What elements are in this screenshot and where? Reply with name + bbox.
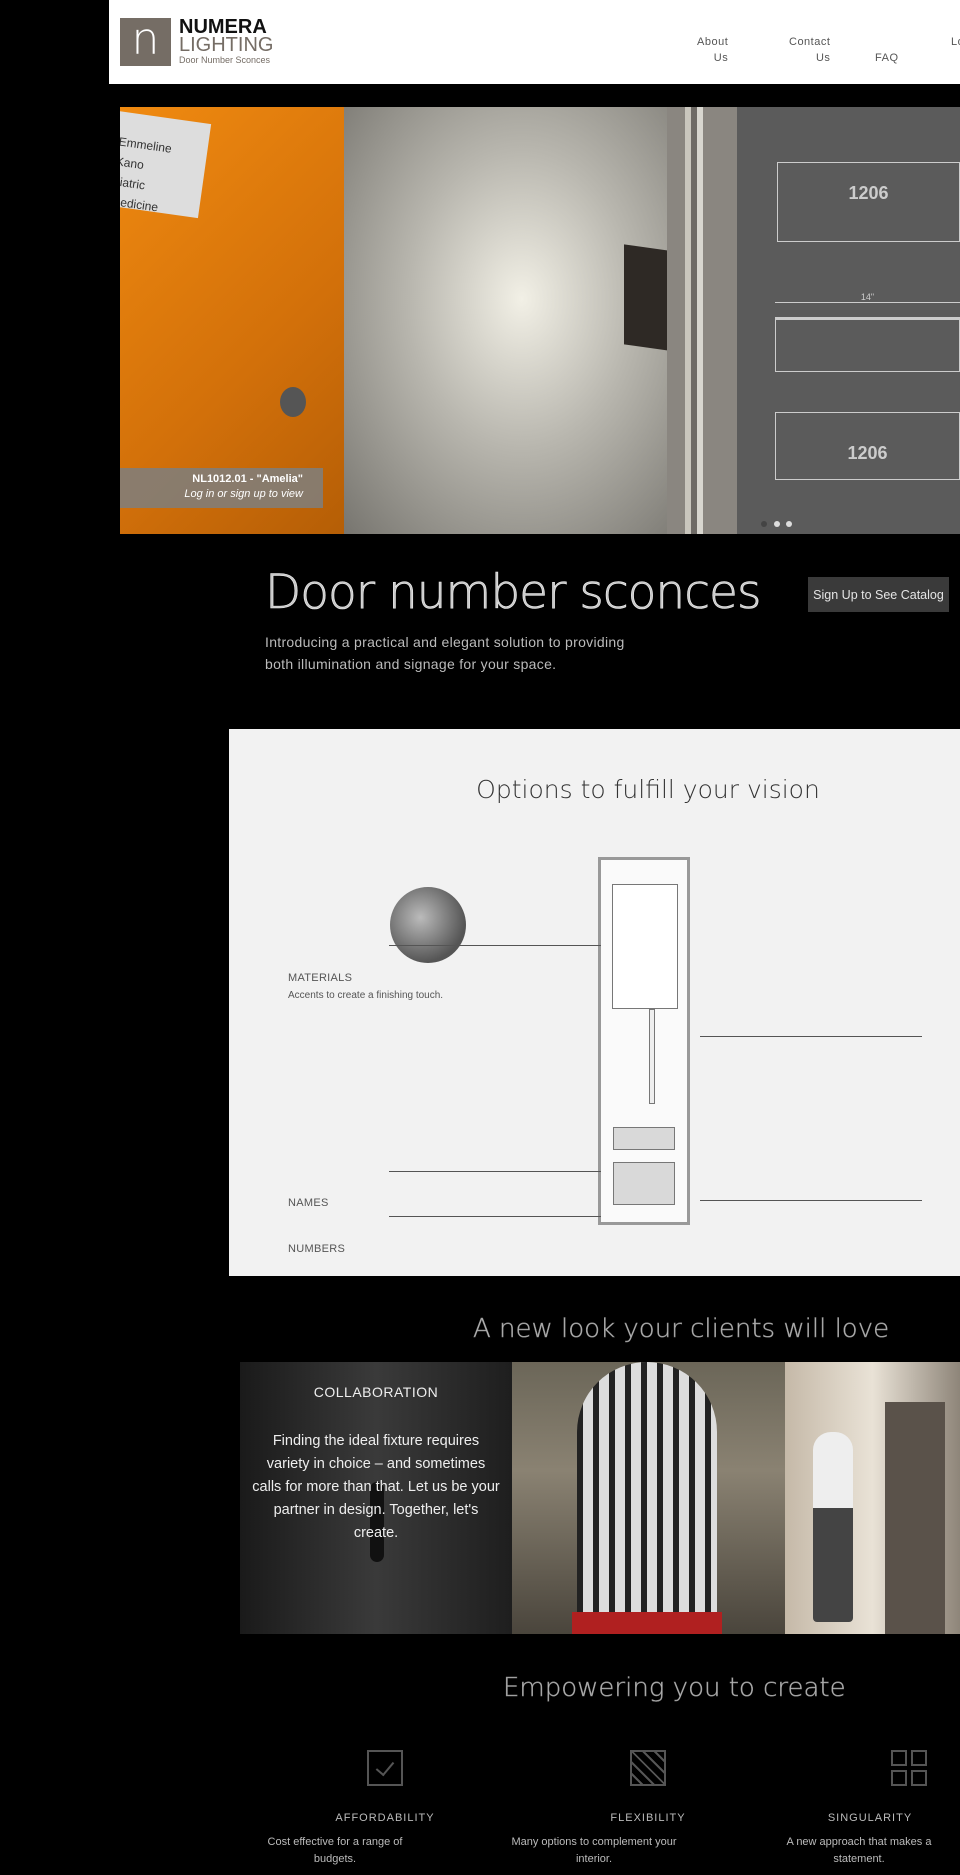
door-trim [667,107,737,534]
names-label: NAMES [288,1197,329,1209]
caption-title: NL1012.01 - "Amelia" [192,473,303,485]
showcase-title: A new look your clients will love [473,1314,890,1345]
brand-name-2: LIGHTING [179,34,274,56]
feature-label: SINGULARITY [827,1812,913,1824]
nav-label: Us [815,52,831,64]
drawing-bottom-view [775,317,960,372]
collaboration-text: Finding the ideal fixture requires varie… [252,1433,500,1541]
name-plate [613,1127,675,1150]
material-swatch [390,887,466,963]
drawing-front-view: 1206 [775,412,960,480]
callout-line [700,1200,922,1201]
drawing-panel: 1206 14" 1206 [737,107,960,534]
lobby-image [785,1362,960,1634]
intro-text: Introducing a practical and elegant solu… [265,634,625,672]
slide-caption: NL1012.01 - "Amelia" Log in or sign up t… [120,468,323,508]
entryway-image [512,1362,785,1634]
collaboration-title: COLLABORATION [313,1384,439,1400]
logo[interactable]: n [120,18,171,66]
site-header: n NUMERA LIGHTING Door Number Sconces Ab… [109,0,960,84]
feature-desc: Cost effective for a range of budgets. [267,1836,403,1865]
red-carpet [572,1612,722,1634]
carousel-dot[interactable] [774,521,780,527]
grid-icon [891,1750,927,1786]
arched-door [577,1362,717,1612]
elevator [885,1402,945,1634]
drawing-top-view: 1206 [777,162,960,242]
page-title: Door number sconces [265,565,762,621]
carousel-dot[interactable] [761,521,767,527]
feature-label: AFFORDABILITY [335,1812,435,1824]
number-plate [613,1162,675,1205]
callout-line [389,945,601,946]
checkbox-icon [367,1750,403,1786]
striped-square-icon [630,1750,666,1786]
door-lock [280,387,306,417]
callout-line [389,1171,601,1172]
nav-about-us[interactable]: About Us [697,34,728,66]
collaboration-panel: COLLABORATION Finding the ideal fixture … [240,1362,512,1634]
features-title: Empowering you to create [503,1673,846,1704]
feature-label: FLEXIBILITY [610,1812,686,1824]
fixture-lamp [612,884,678,1009]
nav-contact-us[interactable]: Contact Us [789,34,830,66]
feature-desc: Many options to complement your interior… [511,1836,677,1865]
brand-tagline: Door Number Sconces [179,55,271,65]
numbers-label: NUMBERS [288,1243,346,1255]
nav-label: Contact [789,36,831,48]
wall-image: 1206 [344,107,804,534]
callout-line [389,1216,601,1217]
options-section: Options to fulfill your vision MATERIALS… [229,729,960,1276]
materials-desc: Accents to create a finishing touch. [288,990,444,1001]
feature-desc: A new approach that makes a statement. [786,1836,932,1865]
carousel-dot[interactable] [786,521,792,527]
nav-label: About [697,36,729,48]
nav-faq[interactable]: FAQ [875,50,899,66]
drawing-dimension: 14" [775,292,960,303]
callout-line [700,1036,922,1037]
nav-label: Us [713,52,729,64]
fixture-rod [649,1009,655,1104]
person [813,1432,853,1622]
options-title: Options to fulfill your vision [476,775,820,804]
sign-up-catalog-button[interactable]: Sign Up to See Catalog [808,577,949,612]
nameplate: Emmeline Kano diatric Medicine [120,110,212,219]
materials-label: MATERIALS [288,972,353,984]
caption-login-link[interactable]: Log in or sign up to view [120,487,303,502]
nav-login[interactable]: Lo [951,34,960,50]
hero-carousel[interactable]: Emmeline Kanodiatric Medicine 1206 1206 … [120,107,960,534]
